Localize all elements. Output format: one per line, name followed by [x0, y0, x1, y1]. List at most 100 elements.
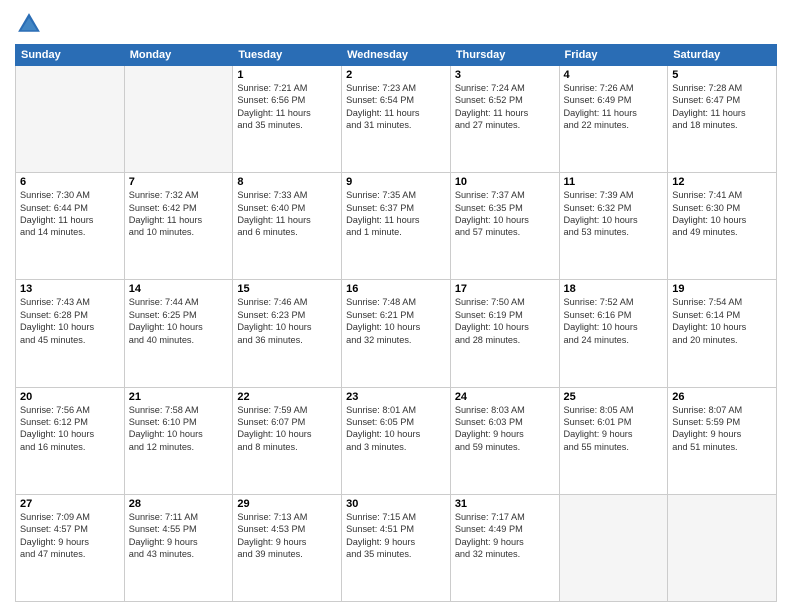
- day-number: 3: [455, 69, 555, 81]
- calendar-cell: 31Sunrise: 7:17 AM Sunset: 4:49 PM Dayli…: [450, 494, 559, 601]
- day-number: 2: [346, 69, 446, 81]
- calendar-cell: 28Sunrise: 7:11 AM Sunset: 4:55 PM Dayli…: [124, 494, 233, 601]
- day-number: 1: [237, 69, 337, 81]
- day-number: 20: [20, 391, 120, 403]
- weekday-header-wednesday: Wednesday: [342, 45, 451, 66]
- day-detail: Sunrise: 7:56 AM Sunset: 6:12 PM Dayligh…: [20, 404, 120, 454]
- calendar-cell: 4Sunrise: 7:26 AM Sunset: 6:49 PM Daylig…: [559, 66, 668, 173]
- week-row-1: 6Sunrise: 7:30 AM Sunset: 6:44 PM Daylig…: [16, 173, 777, 280]
- day-detail: Sunrise: 7:39 AM Sunset: 6:32 PM Dayligh…: [564, 189, 664, 239]
- weekday-header-row: SundayMondayTuesdayWednesdayThursdayFrid…: [16, 45, 777, 66]
- calendar-cell: [559, 494, 668, 601]
- week-row-0: 1Sunrise: 7:21 AM Sunset: 6:56 PM Daylig…: [16, 66, 777, 173]
- day-detail: Sunrise: 7:52 AM Sunset: 6:16 PM Dayligh…: [564, 296, 664, 346]
- calendar-cell: [668, 494, 777, 601]
- day-number: 16: [346, 283, 446, 295]
- day-detail: Sunrise: 8:05 AM Sunset: 6:01 PM Dayligh…: [564, 404, 664, 454]
- calendar-cell: 25Sunrise: 8:05 AM Sunset: 6:01 PM Dayli…: [559, 387, 668, 494]
- day-number: 26: [672, 391, 772, 403]
- calendar-cell: 24Sunrise: 8:03 AM Sunset: 6:03 PM Dayli…: [450, 387, 559, 494]
- day-detail: Sunrise: 7:15 AM Sunset: 4:51 PM Dayligh…: [346, 511, 446, 561]
- day-number: 22: [237, 391, 337, 403]
- day-number: 30: [346, 498, 446, 510]
- calendar-cell: 18Sunrise: 7:52 AM Sunset: 6:16 PM Dayli…: [559, 280, 668, 387]
- calendar-cell: 10Sunrise: 7:37 AM Sunset: 6:35 PM Dayli…: [450, 173, 559, 280]
- day-number: 13: [20, 283, 120, 295]
- weekday-header-tuesday: Tuesday: [233, 45, 342, 66]
- day-number: 31: [455, 498, 555, 510]
- day-number: 12: [672, 176, 772, 188]
- calendar-cell: 2Sunrise: 7:23 AM Sunset: 6:54 PM Daylig…: [342, 66, 451, 173]
- day-detail: Sunrise: 7:23 AM Sunset: 6:54 PM Dayligh…: [346, 82, 446, 132]
- calendar-cell: 26Sunrise: 8:07 AM Sunset: 5:59 PM Dayli…: [668, 387, 777, 494]
- day-detail: Sunrise: 7:43 AM Sunset: 6:28 PM Dayligh…: [20, 296, 120, 346]
- day-detail: Sunrise: 7:09 AM Sunset: 4:57 PM Dayligh…: [20, 511, 120, 561]
- day-number: 27: [20, 498, 120, 510]
- calendar-cell: 14Sunrise: 7:44 AM Sunset: 6:25 PM Dayli…: [124, 280, 233, 387]
- weekday-header-thursday: Thursday: [450, 45, 559, 66]
- day-detail: Sunrise: 7:37 AM Sunset: 6:35 PM Dayligh…: [455, 189, 555, 239]
- calendar-cell: 30Sunrise: 7:15 AM Sunset: 4:51 PM Dayli…: [342, 494, 451, 601]
- day-detail: Sunrise: 7:54 AM Sunset: 6:14 PM Dayligh…: [672, 296, 772, 346]
- day-number: 17: [455, 283, 555, 295]
- weekday-header-sunday: Sunday: [16, 45, 125, 66]
- day-number: 8: [237, 176, 337, 188]
- weekday-header-monday: Monday: [124, 45, 233, 66]
- weekday-header-friday: Friday: [559, 45, 668, 66]
- calendar-cell: 21Sunrise: 7:58 AM Sunset: 6:10 PM Dayli…: [124, 387, 233, 494]
- day-detail: Sunrise: 8:01 AM Sunset: 6:05 PM Dayligh…: [346, 404, 446, 454]
- header: [15, 10, 777, 38]
- day-detail: Sunrise: 7:33 AM Sunset: 6:40 PM Dayligh…: [237, 189, 337, 239]
- calendar-cell: 1Sunrise: 7:21 AM Sunset: 6:56 PM Daylig…: [233, 66, 342, 173]
- day-detail: Sunrise: 7:48 AM Sunset: 6:21 PM Dayligh…: [346, 296, 446, 346]
- day-detail: Sunrise: 7:50 AM Sunset: 6:19 PM Dayligh…: [455, 296, 555, 346]
- calendar-cell: [124, 66, 233, 173]
- week-row-2: 13Sunrise: 7:43 AM Sunset: 6:28 PM Dayli…: [16, 280, 777, 387]
- calendar-cell: 3Sunrise: 7:24 AM Sunset: 6:52 PM Daylig…: [450, 66, 559, 173]
- day-number: 6: [20, 176, 120, 188]
- week-row-3: 20Sunrise: 7:56 AM Sunset: 6:12 PM Dayli…: [16, 387, 777, 494]
- day-detail: Sunrise: 7:58 AM Sunset: 6:10 PM Dayligh…: [129, 404, 229, 454]
- calendar-cell: 17Sunrise: 7:50 AM Sunset: 6:19 PM Dayli…: [450, 280, 559, 387]
- calendar-cell: 7Sunrise: 7:32 AM Sunset: 6:42 PM Daylig…: [124, 173, 233, 280]
- calendar-cell: 5Sunrise: 7:28 AM Sunset: 6:47 PM Daylig…: [668, 66, 777, 173]
- day-detail: Sunrise: 7:30 AM Sunset: 6:44 PM Dayligh…: [20, 189, 120, 239]
- day-detail: Sunrise: 7:11 AM Sunset: 4:55 PM Dayligh…: [129, 511, 229, 561]
- day-number: 29: [237, 498, 337, 510]
- day-number: 15: [237, 283, 337, 295]
- day-number: 19: [672, 283, 772, 295]
- day-number: 25: [564, 391, 664, 403]
- day-number: 9: [346, 176, 446, 188]
- day-number: 18: [564, 283, 664, 295]
- day-detail: Sunrise: 7:13 AM Sunset: 4:53 PM Dayligh…: [237, 511, 337, 561]
- logo-icon: [15, 10, 43, 38]
- day-detail: Sunrise: 7:26 AM Sunset: 6:49 PM Dayligh…: [564, 82, 664, 132]
- day-number: 14: [129, 283, 229, 295]
- day-detail: Sunrise: 7:59 AM Sunset: 6:07 PM Dayligh…: [237, 404, 337, 454]
- calendar-cell: [16, 66, 125, 173]
- day-detail: Sunrise: 8:07 AM Sunset: 5:59 PM Dayligh…: [672, 404, 772, 454]
- calendar-cell: 23Sunrise: 8:01 AM Sunset: 6:05 PM Dayli…: [342, 387, 451, 494]
- day-detail: Sunrise: 7:21 AM Sunset: 6:56 PM Dayligh…: [237, 82, 337, 132]
- calendar-cell: 11Sunrise: 7:39 AM Sunset: 6:32 PM Dayli…: [559, 173, 668, 280]
- day-number: 11: [564, 176, 664, 188]
- day-detail: Sunrise: 8:03 AM Sunset: 6:03 PM Dayligh…: [455, 404, 555, 454]
- calendar-cell: 13Sunrise: 7:43 AM Sunset: 6:28 PM Dayli…: [16, 280, 125, 387]
- calendar-cell: 8Sunrise: 7:33 AM Sunset: 6:40 PM Daylig…: [233, 173, 342, 280]
- day-number: 23: [346, 391, 446, 403]
- calendar-cell: 16Sunrise: 7:48 AM Sunset: 6:21 PM Dayli…: [342, 280, 451, 387]
- day-detail: Sunrise: 7:17 AM Sunset: 4:49 PM Dayligh…: [455, 511, 555, 561]
- day-number: 21: [129, 391, 229, 403]
- day-detail: Sunrise: 7:41 AM Sunset: 6:30 PM Dayligh…: [672, 189, 772, 239]
- calendar-cell: 29Sunrise: 7:13 AM Sunset: 4:53 PM Dayli…: [233, 494, 342, 601]
- calendar-table: SundayMondayTuesdayWednesdayThursdayFrid…: [15, 44, 777, 602]
- calendar-cell: 22Sunrise: 7:59 AM Sunset: 6:07 PM Dayli…: [233, 387, 342, 494]
- day-number: 5: [672, 69, 772, 81]
- calendar-cell: 15Sunrise: 7:46 AM Sunset: 6:23 PM Dayli…: [233, 280, 342, 387]
- weekday-header-saturday: Saturday: [668, 45, 777, 66]
- day-number: 4: [564, 69, 664, 81]
- calendar-cell: 20Sunrise: 7:56 AM Sunset: 6:12 PM Dayli…: [16, 387, 125, 494]
- calendar-cell: 19Sunrise: 7:54 AM Sunset: 6:14 PM Dayli…: [668, 280, 777, 387]
- calendar-cell: 12Sunrise: 7:41 AM Sunset: 6:30 PM Dayli…: [668, 173, 777, 280]
- day-number: 24: [455, 391, 555, 403]
